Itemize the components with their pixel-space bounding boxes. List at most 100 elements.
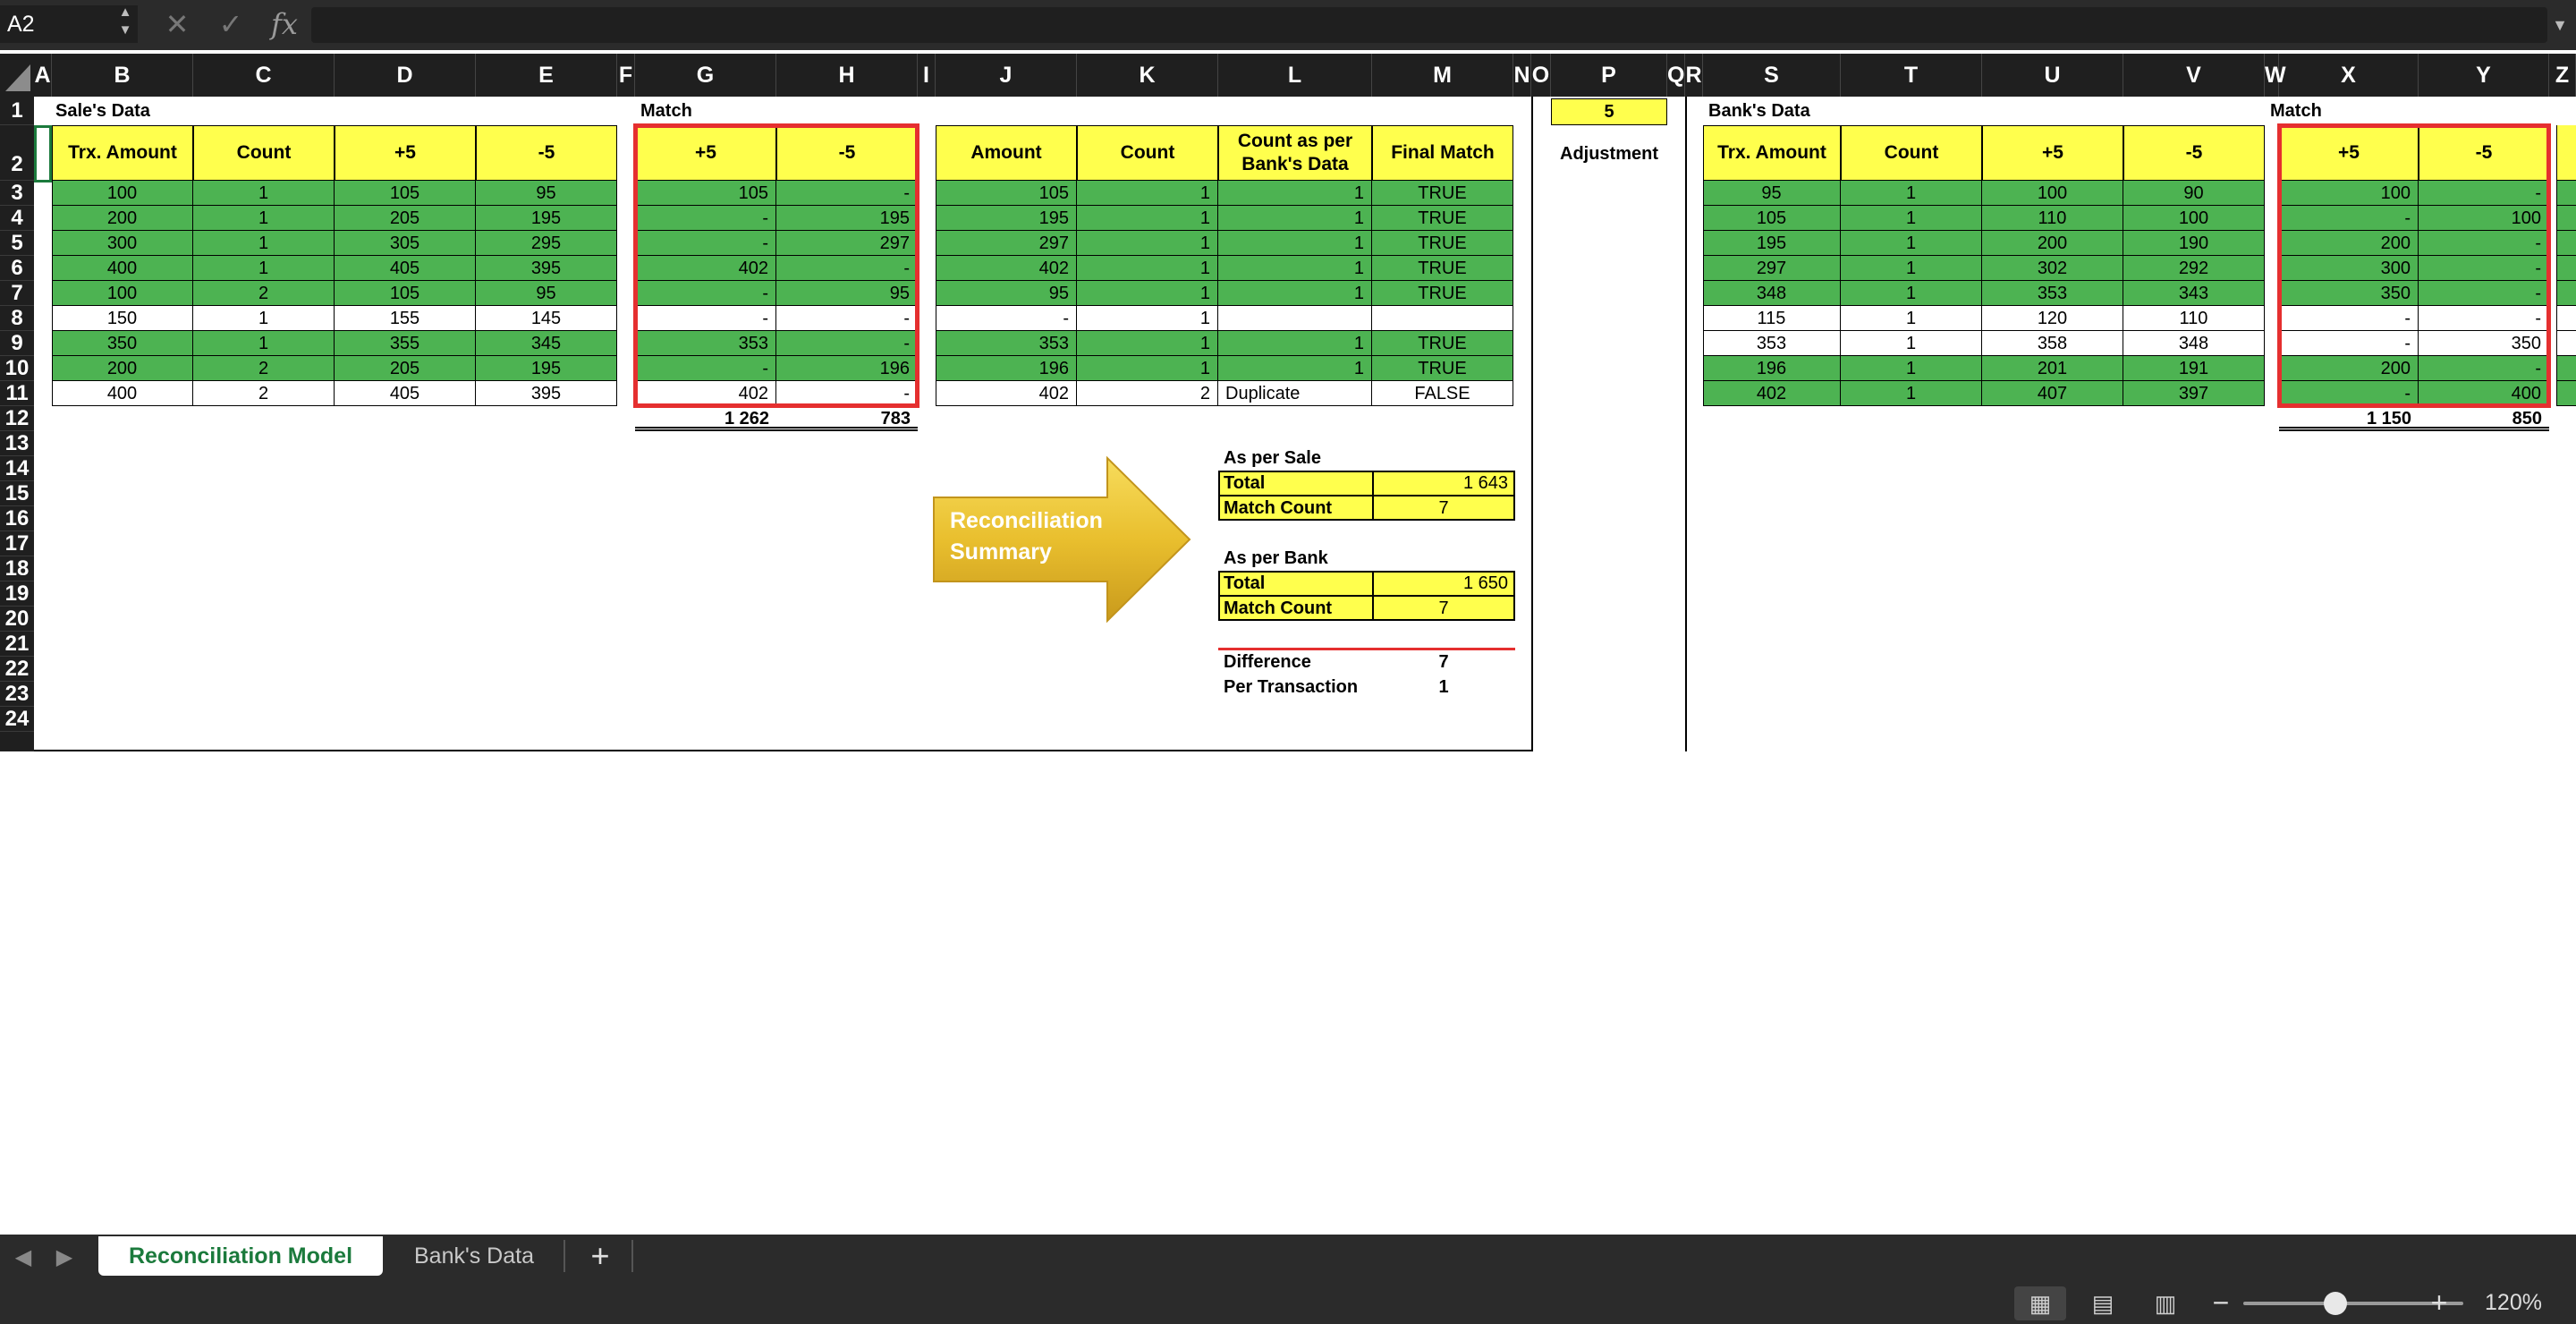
add-sheet-button[interactable]: + [574,1236,626,1276]
result-cell[interactable]: FALSE [1372,381,1513,406]
offscreen-cell[interactable] [2556,331,2576,356]
per-transaction-value[interactable]: 1 [1374,675,1513,700]
sales-cell[interactable]: 1 [193,331,335,356]
bank-cell[interactable]: 348 [2123,331,2265,356]
result-cell[interactable]: 1 [1218,206,1372,231]
sales-match-cell[interactable]: 402 [635,381,776,406]
column-header-K[interactable]: K [1077,54,1218,97]
sales-cell[interactable]: 1 [193,256,335,281]
bank-cell[interactable]: 1 [1841,231,1982,256]
offscreen-header-cell[interactable] [2556,125,2576,181]
sales-cell[interactable]: 100 [52,181,193,206]
sales-match-cell[interactable]: - [776,381,918,406]
column-header-O[interactable]: O [1531,54,1551,97]
row-header-2[interactable]: 2 [0,125,34,181]
bank-cell[interactable]: 1 [1841,206,1982,231]
zoom-out-button[interactable]: − [2207,1285,2234,1320]
bank-cell[interactable]: 100 [2123,206,2265,231]
bank-header-3[interactable]: -5 [2123,125,2265,181]
bank-header-2[interactable]: +5 [1982,125,2123,181]
row-header-5[interactable]: 5 [0,231,34,256]
sales-header-0[interactable]: Trx. Amount [52,125,193,181]
column-header-Z[interactable]: Z [2549,54,2576,97]
sales-cell[interactable]: 205 [335,206,476,231]
column-header-L[interactable]: L [1218,54,1372,97]
sales-cell[interactable]: 300 [52,231,193,256]
sales-header-2[interactable]: +5 [335,125,476,181]
sales-match-cell[interactable]: 105 [635,181,776,206]
column-header-X[interactable]: X [2279,54,2419,97]
row-header-14[interactable]: 14 [0,456,34,481]
result-cell[interactable]: TRUE [1372,206,1513,231]
sales-cell[interactable]: 1 [193,231,335,256]
bank-cell[interactable]: 90 [2123,181,2265,206]
function-icon[interactable]: fx [265,4,304,45]
normal-view-icon[interactable]: ▦ [2014,1286,2066,1320]
sales-match-cell[interactable]: - [635,231,776,256]
result-header-0[interactable]: Amount [936,125,1077,181]
result-cell[interactable]: 105 [936,181,1077,206]
row-header-20[interactable]: 20 [0,607,34,632]
sales-cell[interactable]: 2 [193,281,335,306]
bank-cell[interactable]: 115 [1703,306,1841,331]
column-header-J[interactable]: J [936,54,1077,97]
sales-cell[interactable]: 205 [335,356,476,381]
result-cell[interactable]: TRUE [1372,231,1513,256]
result-cell[interactable]: 1 [1077,281,1218,306]
result-cell[interactable]: 1 [1077,306,1218,331]
confirm-icon[interactable]: ✓ [211,4,250,45]
column-header-I[interactable]: I [918,54,936,97]
bank-match-cell[interactable]: - [2419,356,2549,381]
adjustment-value[interactable]: 5 [1551,98,1667,125]
sales-cell[interactable]: 405 [335,381,476,406]
sales-cell[interactable]: 195 [476,206,617,231]
column-header-N[interactable]: N [1513,54,1531,97]
tab-reconciliation-model[interactable]: Reconciliation Model [98,1236,383,1276]
result-cell[interactable]: TRUE [1372,181,1513,206]
offscreen-cell[interactable] [2556,306,2576,331]
row-header-1[interactable]: 1 [0,97,34,125]
result-cell[interactable]: 1 [1077,256,1218,281]
sales-cell[interactable]: 2 [193,356,335,381]
bank-cell[interactable]: 1 [1841,306,1982,331]
sales-match-cell[interactable]: - [776,306,918,331]
result-cell[interactable]: 2 [1077,381,1218,406]
bank-match-header-1[interactable]: -5 [2419,125,2549,181]
result-cell[interactable]: 353 [936,331,1077,356]
row-header-17[interactable]: 17 [0,531,34,556]
bank-cell[interactable]: 201 [1982,356,2123,381]
result-cell[interactable] [1218,306,1372,331]
sales-cell[interactable]: 2 [193,381,335,406]
bank-cell[interactable]: 1 [1841,381,1982,406]
result-cell[interactable]: 196 [936,356,1077,381]
bank-match-cell[interactable]: 300 [2279,256,2419,281]
row-header-4[interactable]: 4 [0,206,34,231]
sales-cell[interactable]: 305 [335,231,476,256]
chevron-down-icon[interactable]: ▼ [2547,9,2572,41]
bank-match-cell[interactable]: - [2419,306,2549,331]
bank-cell[interactable]: 1 [1841,356,1982,381]
row-header-12[interactable]: 12 [0,406,34,431]
column-header-E[interactable]: E [476,54,617,97]
sales-cell[interactable]: 155 [335,306,476,331]
row-header-18[interactable]: 18 [0,556,34,581]
result-cell[interactable]: 95 [936,281,1077,306]
column-header-T[interactable]: T [1841,54,1982,97]
row-header-3[interactable]: 3 [0,181,34,206]
row-header-24[interactable]: 24 [0,707,34,732]
sales-match-header-0[interactable]: +5 [635,125,776,181]
name-box-stepper-icon[interactable]: ▲ ▼ [114,4,136,43]
row-header-15[interactable]: 15 [0,481,34,506]
bank-match-cell[interactable]: 400 [2419,381,2549,406]
bank-header-0[interactable]: Trx. Amount [1703,125,1841,181]
bank-match-cell[interactable]: - [2419,231,2549,256]
sales-match-cell[interactable]: - [776,256,918,281]
sales-match-cell[interactable]: 353 [635,331,776,356]
bank-match-cell[interactable]: 100 [2279,181,2419,206]
cancel-icon[interactable]: ✕ [157,4,197,45]
sales-match-cell[interactable]: - [776,331,918,356]
sales-match-cell[interactable]: 402 [635,256,776,281]
bank-cell[interactable]: 1 [1841,181,1982,206]
sales-match-cell[interactable]: - [635,281,776,306]
bank-match-cell[interactable]: - [2279,306,2419,331]
